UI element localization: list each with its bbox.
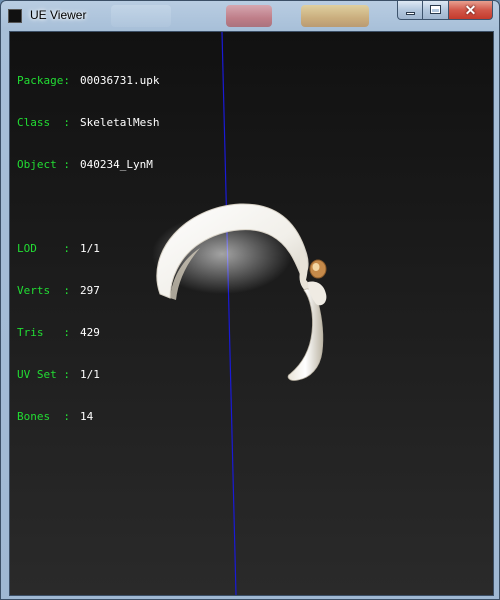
window-controls: ✕ — [397, 1, 493, 21]
ue-viewer-app-icon[interactable] — [8, 9, 22, 23]
mesh-info-panel: Package: 00036731.upk Class : SkeletalMesh… — [17, 46, 159, 452]
vertical-axis-line — [221, 32, 237, 595]
minimize-icon — [406, 12, 415, 15]
close-icon: ✕ — [464, 2, 477, 18]
minimize-button[interactable] — [397, 1, 423, 20]
info-row-bones: Bones :14 — [17, 410, 94, 423]
info-row-package: Package: 00036731.upk — [17, 74, 160, 87]
maximize-button[interactable] — [423, 1, 449, 20]
info-row-lod: LOD :1/1 — [17, 242, 100, 255]
close-button[interactable]: ✕ — [449, 1, 493, 20]
title-bar[interactable]: UE Viewer ✕ — [1, 1, 499, 31]
taskbar-thumbnail-blur — [111, 5, 171, 27]
app-window: UE Viewer ✕ Package: 00036731.upk Class … — [0, 0, 500, 600]
info-row-verts: Verts :297 — [17, 284, 100, 297]
background-window-blur — [301, 5, 369, 27]
maximize-icon — [430, 5, 441, 14]
info-row-tris: Tris :429 — [17, 326, 100, 339]
info-row-class: Class : SkeletalMesh — [17, 116, 160, 129]
info-row-object: Object :040234_LynM — [17, 158, 153, 171]
info-row-uvset: UV Set :1/1 — [17, 368, 100, 381]
3d-viewport[interactable]: Package: 00036731.upk Class : SkeletalMesh… — [9, 31, 494, 596]
mesh-face-highlight — [312, 263, 320, 271]
skeletal-mesh-model[interactable] — [152, 203, 327, 381]
window-title: UE Viewer — [30, 8, 87, 22]
background-window-blur — [226, 5, 272, 27]
